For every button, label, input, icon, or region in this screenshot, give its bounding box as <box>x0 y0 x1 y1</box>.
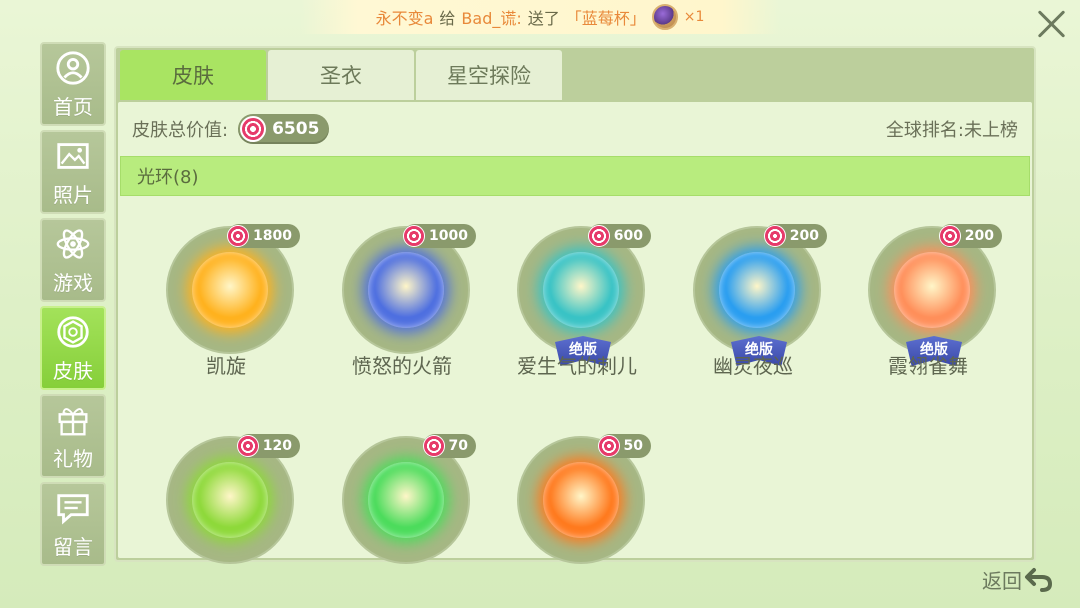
back-arrow-icon <box>1025 568 1053 592</box>
halo-preview: 600 绝版 <box>517 224 651 366</box>
halo-preview: 120 <box>166 434 300 564</box>
candy-icon <box>938 225 961 247</box>
candy-icon <box>763 225 786 247</box>
back-label: 返回 <box>982 568 1022 593</box>
banner-verb-sent: 送了 <box>527 9 560 28</box>
halo-item[interactable]: 1000 愤怒的火箭 <box>314 200 490 400</box>
halo-name: 凯旋 <box>206 354 246 378</box>
halo-orb <box>543 462 619 538</box>
message-icon <box>57 493 89 524</box>
halo-preview: 1000 <box>342 224 476 354</box>
candy-icon <box>597 435 620 457</box>
halo-orb <box>368 252 444 328</box>
price-badge: 50 <box>597 434 651 458</box>
candy-icon <box>240 116 267 142</box>
global-rank: 全球排名:未上榜 <box>885 120 1018 141</box>
section-header-halo: 光环(8) <box>120 156 1030 196</box>
halo-name: 霞翎雀舞 <box>888 354 968 378</box>
price-badge: 1000 <box>403 224 476 248</box>
tab-skins[interactable]: 皮肤 <box>120 50 266 100</box>
tab-bar: 皮肤 圣衣 星空探险 <box>120 50 562 100</box>
halo-item[interactable]: 600 绝版 爱生气的刺儿 <box>489 200 665 400</box>
candy-icon <box>587 225 610 247</box>
price-value: 120 <box>262 438 292 454</box>
sidebar-item-label: 礼物 <box>53 446 93 471</box>
halo-orb <box>368 462 444 538</box>
halo-name: 爱生气的刺儿 <box>517 354 637 378</box>
skins-content: 皮肤总价值: 6505 全球排名:未上榜 光环(8) 1800 凯旋 1000 愤怒的… <box>118 102 1032 564</box>
halo-item[interactable]: 70 <box>314 410 490 608</box>
halo-orb <box>894 252 970 328</box>
sidebar-item-label: 留言 <box>53 534 93 559</box>
blueberry-cup-icon <box>651 4 678 30</box>
halo-name: 幽灵夜巡 <box>713 354 793 378</box>
sidebar-item-label: 首页 <box>53 94 93 119</box>
price-badge: 120 <box>236 434 300 458</box>
sidebar-item-label: 游戏 <box>53 270 93 295</box>
halo-orb <box>192 462 268 538</box>
banner-verb-give: 给 <box>439 9 456 28</box>
price-value: 600 <box>613 228 643 244</box>
photo-icon <box>57 142 89 169</box>
gift-icon <box>58 407 88 435</box>
halo-item[interactable]: 1800 凯旋 <box>138 200 314 400</box>
candy-icon <box>422 435 445 457</box>
price-badge: 200 <box>763 224 827 248</box>
price-value: 200 <box>964 228 994 244</box>
sidebar-item-home[interactable]: 首页 <box>40 42 106 126</box>
sidebar-item-label: 皮肤 <box>53 358 93 383</box>
halo-item[interactable]: 200 绝版 霞翎雀舞 <box>840 200 1016 400</box>
price-value: 1000 <box>429 228 468 244</box>
halo-orb <box>543 252 619 328</box>
halo-preview: 70 <box>342 434 476 564</box>
sidebar-item-gifts[interactable]: 礼物 <box>40 394 106 478</box>
skin-value: 6505 <box>272 119 320 139</box>
halo-preview: 50 <box>517 434 651 564</box>
halo-preview: 200 绝版 <box>868 224 1002 366</box>
banner-receiver: Bad_谎: <box>461 9 522 28</box>
halo-item[interactable]: 120 <box>138 410 314 608</box>
skin-value-badge: 6505 <box>238 114 330 144</box>
candy-icon <box>236 435 259 457</box>
halo-orb <box>192 252 268 328</box>
price-badge: 600 <box>587 224 651 248</box>
candy-icon <box>403 225 426 247</box>
banner-gift-count: ×1 <box>683 9 705 25</box>
price-value: 1800 <box>253 228 292 244</box>
sidebar-item-photos[interactable]: 照片 <box>40 130 106 214</box>
skin-icon <box>57 315 89 348</box>
sidebar: 首页 照片 游戏 皮肤 礼物 留言 <box>40 42 106 570</box>
skin-value-row: 皮肤总价值: 6505 全球排名:未上榜 <box>118 102 1032 156</box>
tab-holy-cloth[interactable]: 圣衣 <box>268 50 414 100</box>
gift-notification-banner: 永不变a 给 Bad_谎: 送了 「蓝莓杯」 ×1 <box>300 0 780 34</box>
sidebar-item-skins[interactable]: 皮肤 <box>40 306 106 390</box>
close-icon[interactable] <box>1036 8 1068 40</box>
halo-item[interactable]: 200 绝版 幽灵夜巡 <box>665 200 841 400</box>
halo-orb <box>719 252 795 328</box>
tab-star-exploration[interactable]: 星空探险 <box>416 50 562 100</box>
banner-sender: 永不变a <box>375 9 434 28</box>
atom-icon <box>56 228 90 259</box>
price-value: 70 <box>448 438 468 454</box>
skin-value-label: 皮肤总价值: <box>132 120 229 141</box>
halo-name: 愤怒的火箭 <box>352 354 452 378</box>
halo-preview: 1800 <box>166 224 300 354</box>
candy-icon <box>227 225 250 247</box>
price-badge: 70 <box>422 434 476 458</box>
sidebar-item-messages[interactable]: 留言 <box>40 482 106 566</box>
halo-item[interactable]: 50 <box>489 410 665 608</box>
home-icon <box>56 50 90 85</box>
skins-panel: 皮肤 圣衣 星空探险 皮肤总价值: 6505 全球排名:未上榜 光环(8) 18… <box>114 46 1036 564</box>
banner-gift-name: 「蓝莓杯」 <box>565 9 646 28</box>
back-button[interactable]: 返回 <box>982 564 1054 594</box>
price-value: 50 <box>623 438 643 454</box>
price-badge: 1800 <box>227 224 300 248</box>
price-value: 200 <box>789 228 819 244</box>
sidebar-item-label: 照片 <box>53 182 93 207</box>
price-badge: 200 <box>938 224 1002 248</box>
halo-preview: 200 绝版 <box>693 224 827 366</box>
sidebar-item-games[interactable]: 游戏 <box>40 218 106 302</box>
